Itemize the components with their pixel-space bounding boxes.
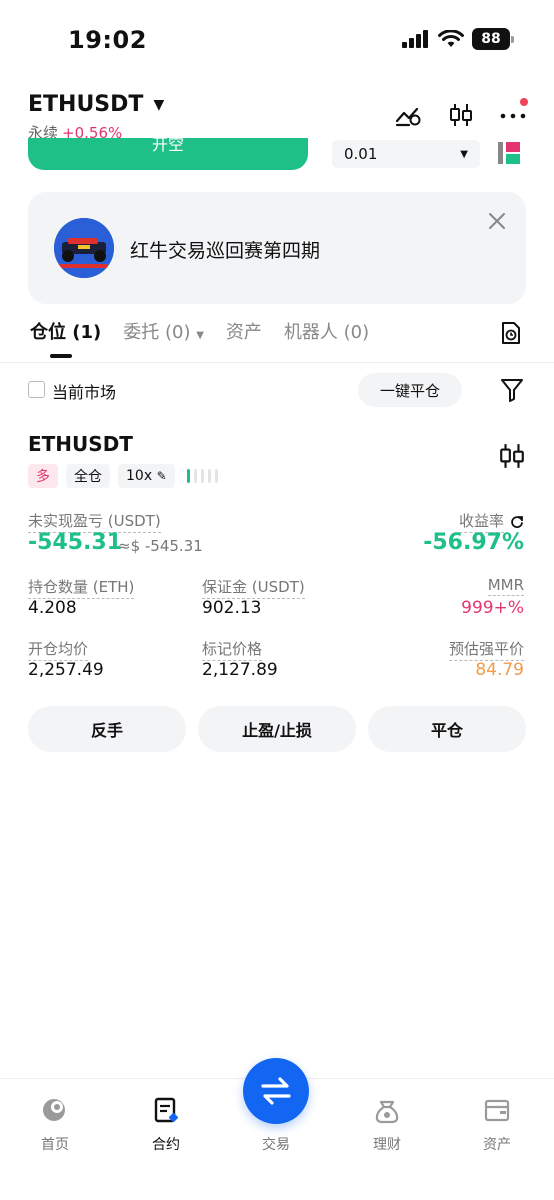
caret-down-icon: ▼ bbox=[196, 330, 204, 341]
tabs-divider bbox=[0, 362, 554, 363]
header-actions bbox=[394, 98, 528, 130]
pair-selector[interactable]: ETHUSDT ▼ bbox=[28, 92, 164, 117]
banner-title: 红牛交易巡回赛第四期 bbox=[130, 240, 321, 262]
tp-sl-button[interactable]: 止盈/止损 bbox=[198, 706, 356, 752]
current-market-label[interactable]: 当前市场 bbox=[52, 379, 116, 403]
wallet-icon bbox=[484, 1099, 510, 1122]
pair-name: ETHUSDT bbox=[28, 92, 144, 117]
race-car-image bbox=[54, 218, 114, 278]
position-tags: 多 全仓 10x ✎ bbox=[28, 464, 218, 488]
nav-assets-label: 资产 bbox=[483, 1137, 511, 1153]
roe-value: -56.97% bbox=[423, 530, 524, 555]
nav-futures[interactable]: 合约 bbox=[126, 1096, 206, 1154]
leverage-badge[interactable]: 10x ✎ bbox=[118, 464, 175, 488]
candlestick-icon bbox=[450, 104, 472, 126]
edit-icon: ✎ bbox=[156, 469, 167, 483]
battery-icon: 88 bbox=[472, 28, 514, 50]
candlestick-icon[interactable] bbox=[498, 442, 526, 470]
nav-earn[interactable]: 理财 bbox=[347, 1096, 427, 1154]
size-label: 持仓数量 (ETH) bbox=[28, 576, 135, 599]
more-button[interactable] bbox=[498, 98, 528, 130]
mmr-value: 999+% bbox=[461, 598, 524, 618]
mmr-label: MMR bbox=[487, 576, 524, 596]
quantity-select[interactable]: 0.01 ▼ bbox=[332, 140, 480, 168]
nav-assets[interactable]: 资产 bbox=[457, 1096, 537, 1154]
entry-price-label: 开仓均价 bbox=[28, 638, 89, 661]
current-market-checkbox[interactable] bbox=[28, 381, 45, 398]
margin-value: 902.13 bbox=[202, 598, 262, 618]
signal-icon bbox=[402, 30, 428, 48]
notification-dot bbox=[520, 98, 528, 106]
tab-orders[interactable]: 委托 (0) ▼ bbox=[123, 318, 204, 344]
close-all-button[interactable]: 一键平仓 bbox=[358, 373, 462, 407]
more-icon bbox=[500, 113, 526, 119]
earn-icon bbox=[375, 1100, 399, 1124]
caret-down-icon: ▼ bbox=[460, 148, 468, 160]
status-icons: 88 bbox=[402, 28, 514, 50]
caret-down-icon: ▼ bbox=[153, 96, 165, 113]
nav-trade-label[interactable]: 交易 bbox=[243, 1134, 309, 1154]
home-icon bbox=[43, 1099, 65, 1121]
position-tabs: 仓位 (1) 委托 (0) ▼ 资产 机器人 (0) bbox=[30, 318, 369, 344]
strategy-icon bbox=[395, 107, 421, 127]
margin-mode-badge: 全仓 bbox=[66, 464, 110, 488]
nav-earn-label: 理财 bbox=[373, 1137, 401, 1153]
wifi-icon bbox=[438, 30, 464, 47]
futures-icon bbox=[154, 1097, 179, 1123]
tab-assets[interactable]: 资产 bbox=[226, 318, 262, 344]
share-icon bbox=[511, 515, 523, 528]
mark-price-value: 2,127.89 bbox=[202, 660, 278, 680]
active-tab-indicator bbox=[50, 354, 72, 358]
nav-home-label: 首页 bbox=[41, 1137, 69, 1153]
leverage-level-bars bbox=[186, 469, 218, 483]
entry-price-value: 2,257.49 bbox=[28, 660, 104, 680]
status-time: 19:02 bbox=[68, 26, 147, 54]
unrealized-pnl-usd: ≈$ -545.31 bbox=[118, 537, 203, 555]
liq-price-label: 预估强平价 bbox=[448, 638, 524, 661]
trade-fab-button[interactable] bbox=[243, 1058, 309, 1124]
strategy-button[interactable] bbox=[394, 100, 424, 130]
filter-icon[interactable] bbox=[500, 377, 524, 403]
swap-icon bbox=[261, 1077, 291, 1105]
orderbook-layout-icon[interactable] bbox=[498, 142, 520, 164]
nav-home[interactable]: 首页 bbox=[15, 1096, 95, 1154]
open-short-button[interactable]: 开空 bbox=[28, 138, 308, 170]
history-icon[interactable] bbox=[498, 320, 524, 346]
tab-positions[interactable]: 仓位 (1) bbox=[30, 318, 101, 344]
reverse-button[interactable]: 反手 bbox=[28, 706, 186, 752]
side-badge: 多 bbox=[28, 464, 58, 488]
mark-price-label: 标记价格 bbox=[202, 638, 263, 661]
nav-futures-label: 合约 bbox=[152, 1137, 180, 1153]
unrealized-pnl-value: -545.31 bbox=[28, 530, 123, 555]
position-symbol[interactable]: ETHUSDT bbox=[28, 432, 133, 456]
close-icon[interactable] bbox=[486, 210, 508, 232]
size-value: 4.208 bbox=[28, 598, 77, 618]
liq-price-value: 84.79 bbox=[475, 660, 524, 680]
quantity-value: 0.01 bbox=[344, 145, 378, 163]
close-position-button[interactable]: 平仓 bbox=[368, 706, 526, 752]
margin-label: 保证金 (USDT) bbox=[202, 576, 305, 599]
tab-bots[interactable]: 机器人 (0) bbox=[284, 318, 369, 344]
chart-button[interactable] bbox=[446, 100, 476, 130]
